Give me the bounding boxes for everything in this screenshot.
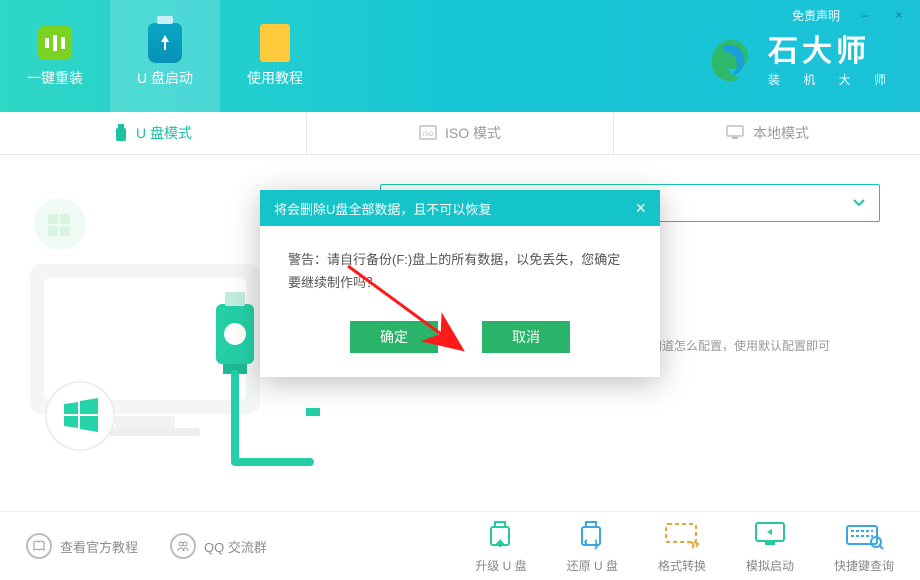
tab-iso-mode[interactable]: ISO ISO 模式 [307, 112, 614, 154]
brand-subtitle: 装 机 大 师 [768, 71, 896, 88]
brand-logo-icon [704, 36, 756, 88]
app-window: 一键重装 U 盘启动 使用教程 免责声明 – × [0, 0, 920, 580]
tutorial-icon [256, 24, 294, 62]
usb-icon [114, 124, 128, 142]
nav-reinstall[interactable]: 一键重装 [0, 0, 110, 112]
dialog-body: 警告：请自行备份(F:)盘上的所有数据，以免丢失，您确定要继续制作吗？ [260, 226, 660, 321]
chevron-down-icon [853, 199, 865, 207]
cancel-button[interactable]: 取消 [482, 321, 570, 353]
mode-tabs: U 盘模式 ISO ISO 模式 本地模式 [0, 112, 920, 155]
svg-text:ISO: ISO [423, 132, 434, 138]
tab-local-label: 本地模式 [753, 123, 809, 143]
brand-name: 石大师 [768, 37, 896, 67]
tool-simulate-label: 模拟启动 [746, 557, 794, 574]
confirm-dialog: 将会删除U盘全部数据，且不可以恢复 × 警告：请自行备份(F:)盘上的所有数据，… [260, 190, 660, 377]
bottom-tools: 升级 U 盘 还原 U 盘 格式转换 模拟启动 [475, 519, 894, 574]
tool-hotkey-label: 快捷键查询 [834, 557, 894, 574]
simulate-boot-icon [750, 519, 790, 551]
dialog-title: 将会删除U盘全部数据，且不可以恢复 [274, 199, 491, 218]
iso-icon: ISO [419, 125, 437, 141]
qq-group-label: QQ 交流群 [204, 537, 267, 556]
nav-tutorial-label: 使用教程 [247, 68, 303, 88]
reinstall-icon [36, 24, 74, 62]
tool-format-convert[interactable]: 格式转换 [658, 519, 706, 574]
topbar: 一键重装 U 盘启动 使用教程 免责声明 – × [0, 0, 920, 112]
book-icon [26, 533, 52, 559]
dialog-close-button[interactable]: × [635, 199, 646, 217]
format-convert-icon [662, 519, 702, 551]
tool-simulate-boot[interactable]: 模拟启动 [746, 519, 794, 574]
brand: 石大师 装 机 大 师 [704, 36, 896, 88]
official-tutorial-label: 查看官方教程 [60, 537, 138, 556]
tool-restore-label: 还原 U 盘 [567, 557, 618, 574]
bottom-bar: 查看官方教程 QQ 交流群 升级 U 盘 还原 U 盘 [0, 511, 920, 580]
restore-udisk-icon [572, 519, 612, 551]
tool-format-label: 格式转换 [658, 557, 706, 574]
main-nav: 一键重装 U 盘启动 使用教程 [0, 0, 330, 112]
people-icon [170, 533, 196, 559]
dialog-titlebar: 将会删除U盘全部数据，且不可以恢复 × [260, 190, 660, 226]
minimize-button[interactable]: – [856, 6, 874, 24]
dialog-buttons: 确定 取消 [260, 321, 660, 377]
upgrade-udisk-icon [481, 519, 521, 551]
window-controls: 免责声明 – × [792, 6, 908, 24]
monitor-icon [725, 125, 745, 141]
tab-iso-label: ISO 模式 [445, 123, 501, 143]
nav-udisk-boot[interactable]: U 盘启动 [110, 0, 220, 112]
tab-udisk-label: U 盘模式 [136, 123, 192, 143]
tab-udisk-mode[interactable]: U 盘模式 [0, 112, 307, 154]
nav-udisk-label: U 盘启动 [137, 68, 193, 88]
udisk-icon [146, 24, 184, 62]
nav-tutorial[interactable]: 使用教程 [220, 0, 330, 112]
close-button[interactable]: × [890, 6, 908, 24]
tool-restore-udisk[interactable]: 还原 U 盘 [567, 519, 618, 574]
tool-upgrade-udisk[interactable]: 升级 U 盘 [475, 519, 526, 574]
tool-upgrade-label: 升级 U 盘 [475, 557, 526, 574]
disclaimer-link[interactable]: 免责声明 [792, 7, 840, 24]
nav-reinstall-label: 一键重装 [27, 68, 83, 88]
qq-group-link[interactable]: QQ 交流群 [170, 533, 267, 559]
ok-button[interactable]: 确定 [350, 321, 438, 353]
official-tutorial-link[interactable]: 查看官方教程 [26, 533, 138, 559]
tab-local-mode[interactable]: 本地模式 [614, 112, 920, 154]
tool-hotkey-query[interactable]: 快捷键查询 [834, 519, 894, 574]
hotkey-query-icon [844, 519, 884, 551]
